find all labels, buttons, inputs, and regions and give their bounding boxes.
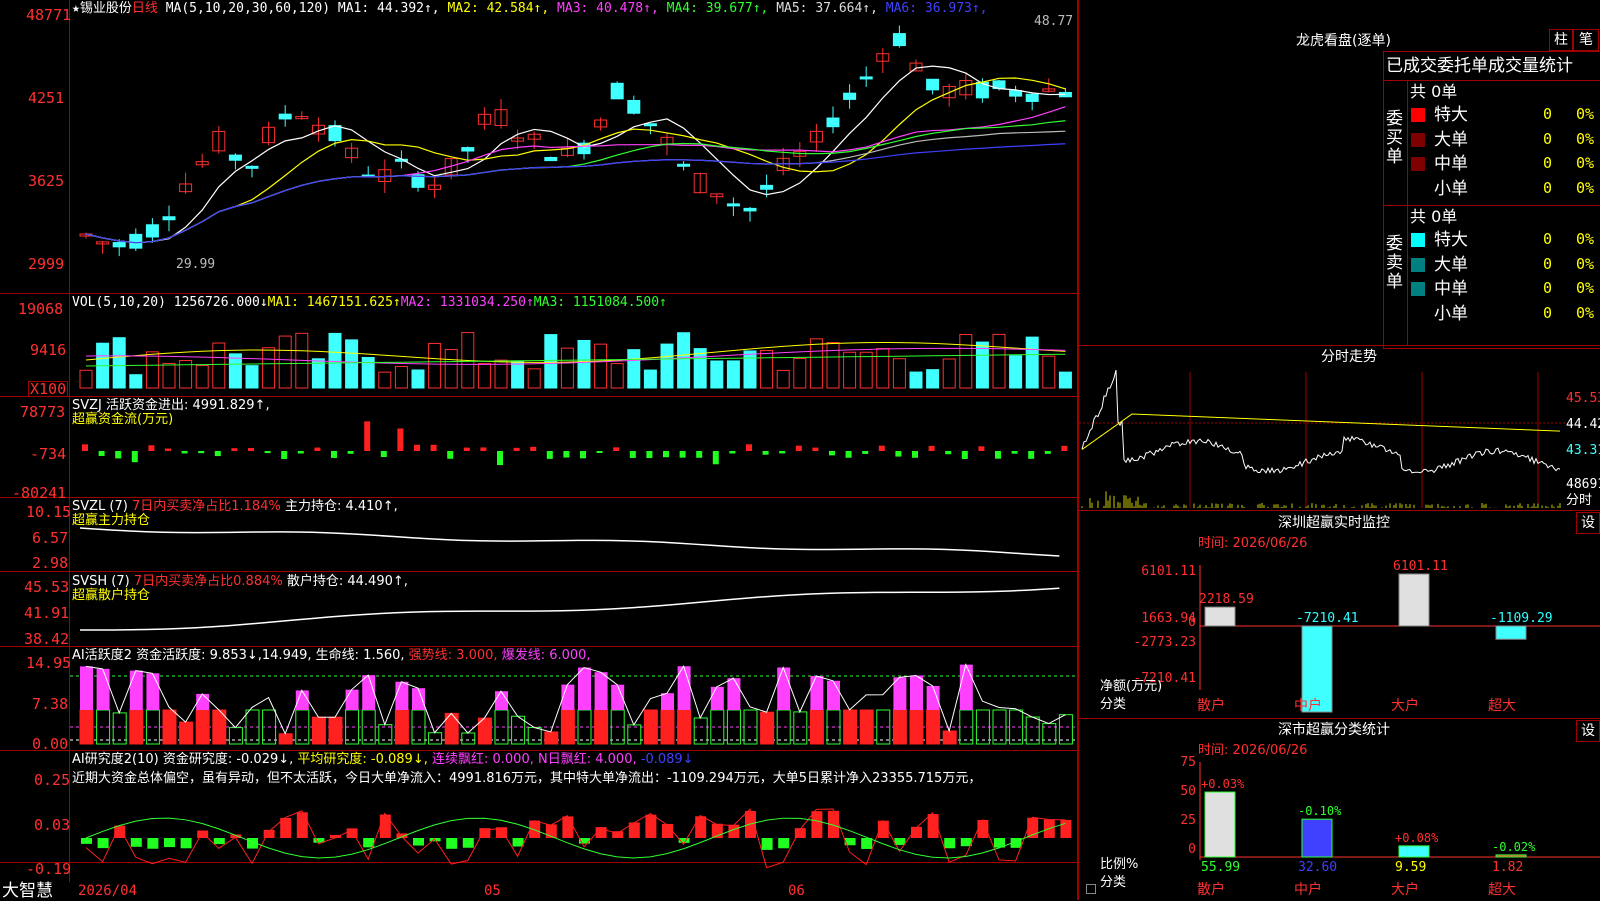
classify-change-label: +0.03% [1201, 777, 1245, 791]
classify-category-label: 大户 [1391, 881, 1419, 898]
classify-bar [1495, 854, 1527, 858]
classify-change-label: -0.10% [1298, 804, 1342, 818]
classify-category-label: 散户 [1197, 881, 1225, 898]
classify-value-label: 9.59 [1395, 860, 1426, 875]
classify-category-label: 中户 [1294, 881, 1322, 898]
classify-bar [1204, 791, 1236, 858]
classify-ylabel: 比例% [1100, 857, 1139, 872]
classify-category-label: 超大 [1488, 882, 1516, 898]
classify-change-label: +0.08% [1395, 831, 1439, 845]
classify-bar [1398, 845, 1430, 858]
classify-chart: 75 50 25 0 +0.03% 55.99 散户 -0.10% 32.60 中户 +0.08% 9… [1180, 755, 1600, 898]
classify-value-label: 1.82 [1492, 860, 1523, 875]
classify-axis-label: 25 [1180, 813, 1196, 828]
classify-axis-label: 0 [1188, 842, 1196, 857]
classify-bar [1301, 818, 1333, 858]
classify-value-label: 55.99 [1201, 860, 1240, 875]
classify-change-label: -0.02% [1492, 840, 1536, 854]
classify-axis-label: 50 [1180, 784, 1196, 799]
classify-axis-label: 75 [1180, 755, 1196, 770]
classify-xlabel: 分类 [1100, 875, 1127, 890]
classify-value-label: 32.60 [1298, 860, 1337, 875]
